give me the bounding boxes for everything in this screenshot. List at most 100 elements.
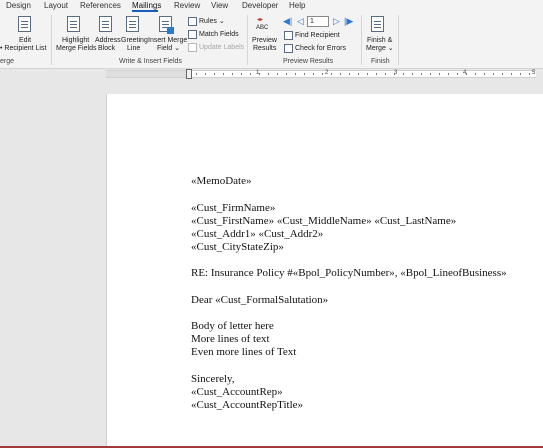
record-number-field[interactable]: 1	[307, 16, 329, 27]
ruler-tick	[304, 73, 305, 75]
match-fields-label: Match Fields	[199, 31, 239, 38]
ribbon-tabs: Design Layout References Mailings Review…	[0, 0, 543, 12]
first-record-icon[interactable]: ◀|	[283, 17, 292, 26]
ruler-number: 2	[325, 70, 329, 76]
preview-label-1: Preview	[252, 37, 277, 44]
address-block-icon	[99, 16, 112, 32]
doc-line-firm-name: «Cust_FirmName»	[191, 202, 276, 214]
tab-layout[interactable]: Layout	[44, 1, 68, 10]
rules-label: Rules ⌄	[199, 18, 225, 25]
next-record-icon[interactable]: ▷	[333, 17, 340, 26]
ruler-tick	[403, 73, 404, 75]
ruler-tick	[277, 73, 278, 75]
group-separator	[361, 15, 362, 65]
ruler-tick	[421, 73, 422, 75]
ruler-tick	[439, 73, 440, 75]
group-separator	[247, 15, 248, 65]
ruler-tick	[340, 73, 341, 75]
greeting-line-label-2: Line	[127, 45, 141, 52]
indent-marker[interactable]	[186, 69, 192, 79]
update-labels-icon	[188, 43, 197, 52]
ruler-tick	[286, 73, 287, 75]
doc-line-body-3: Even more lines of Text	[191, 346, 297, 358]
highlight-label-2: Merge Fields	[56, 45, 97, 52]
find-recipient-icon	[284, 31, 293, 40]
ruler-tick	[322, 73, 323, 75]
tab-help[interactable]: Help	[289, 1, 305, 10]
find-recipient-label: Find Recipient	[295, 32, 340, 39]
greeting-line-label-1: Greeting	[121, 37, 148, 44]
ruler-tick	[376, 73, 377, 75]
check-errors-icon	[284, 44, 293, 53]
tab-references[interactable]: References	[80, 1, 121, 10]
ruler-tick	[493, 73, 494, 75]
ruler-tick	[448, 73, 449, 75]
document-page[interactable]: «MemoDate» «Cust_FirmName» «Cust_FirstNa…	[106, 94, 543, 448]
ruler-strip: 1 2 3 4 5	[106, 70, 536, 78]
ruler-tick	[214, 73, 215, 75]
doc-line-city-state-zip: «Cust_CityStateZip»	[191, 241, 284, 253]
group-label-preview: Preview Results	[283, 58, 334, 65]
ruler-tick	[529, 73, 530, 75]
ruler-tick	[250, 73, 251, 75]
greeting-line-icon	[126, 16, 139, 32]
doc-line-customer-name: «Cust_FirstName» «Cust_MiddleName» «Cust…	[191, 215, 457, 227]
doc-line-closing: Sincerely,	[191, 373, 235, 385]
ruler-tick	[313, 73, 314, 75]
insert-merge-label-2: Field ⌄	[157, 45, 180, 52]
edit-recipient-label-1: Edit	[19, 37, 32, 44]
doc-line-account-rep-title: «Cust_AccountRepTitle»	[191, 399, 304, 411]
tab-mailings[interactable]: Mailings	[132, 1, 161, 10]
address-block-label-1: Address	[95, 37, 121, 44]
ruler-tick	[520, 73, 521, 75]
ruler-tick	[511, 73, 512, 75]
last-record-icon[interactable]: |▶	[344, 17, 353, 26]
doc-line-address: «Cust_Addr1» «Cust_Addr2»	[191, 228, 324, 240]
tab-design[interactable]: Design	[6, 1, 31, 10]
group-separator	[51, 15, 52, 65]
tab-review[interactable]: Review	[174, 1, 200, 10]
previous-record-icon[interactable]: ◁	[297, 17, 304, 26]
ribbon: Edit • Recipient List erge Highlight Mer…	[0, 12, 543, 69]
ruler-tick	[412, 73, 413, 75]
insert-field-icon	[159, 16, 174, 34]
ruler-tick	[241, 73, 242, 75]
check-errors-label: Check for Errors	[295, 45, 346, 52]
ruler-tick	[457, 73, 458, 75]
ruler-tick	[349, 73, 350, 75]
ruler-tick	[367, 73, 368, 75]
ruler-tick	[502, 73, 503, 75]
address-block-label-2: Block	[98, 45, 116, 52]
tab-developer[interactable]: Developer	[242, 1, 278, 10]
group-label-finish: Finish	[371, 58, 390, 65]
finish-merge-label-1: Finish &	[367, 37, 393, 44]
highlight-fields-icon	[67, 16, 80, 32]
preview-label-2: Results	[253, 45, 277, 52]
group-label-write-insert: Write & Insert Fields	[119, 58, 182, 65]
edit-recipient-label-2: • Recipient List	[0, 45, 47, 52]
finish-merge-label-2: Merge ⌄	[366, 45, 394, 52]
doc-line-body-2: More lines of text	[191, 333, 270, 345]
highlight-label-1: Highlight	[62, 37, 90, 44]
ruler-tick	[196, 73, 197, 75]
finish-merge-icon	[371, 16, 384, 32]
ruler-number: 5	[532, 70, 536, 76]
ruler-tick	[430, 73, 431, 75]
ruler-tick	[466, 73, 467, 75]
doc-line-re: RE: Insurance Policy #«Bpol_PolicyNumber…	[191, 267, 507, 279]
ruler-tick	[484, 73, 485, 75]
match-fields-icon	[188, 30, 197, 39]
ruler-left-margin	[106, 71, 190, 77]
insert-merge-label-1: Insert Merge	[148, 37, 188, 44]
horizontal-ruler[interactable]: 1 2 3 4 5	[0, 69, 543, 80]
tab-view[interactable]: View	[211, 1, 228, 10]
preview-abc-icon: ABC	[256, 25, 269, 31]
ruler-tick	[223, 73, 224, 75]
ruler-tick	[331, 73, 332, 75]
rules-icon	[188, 17, 197, 26]
ruler-tick	[205, 73, 206, 75]
doc-line-salutation: Dear «Cust_FormalSalutation»	[191, 294, 329, 306]
doc-line-body-1: Body of letter here	[191, 320, 274, 332]
update-labels-label: Update Labels	[199, 44, 245, 51]
ruler-tick	[232, 73, 233, 75]
